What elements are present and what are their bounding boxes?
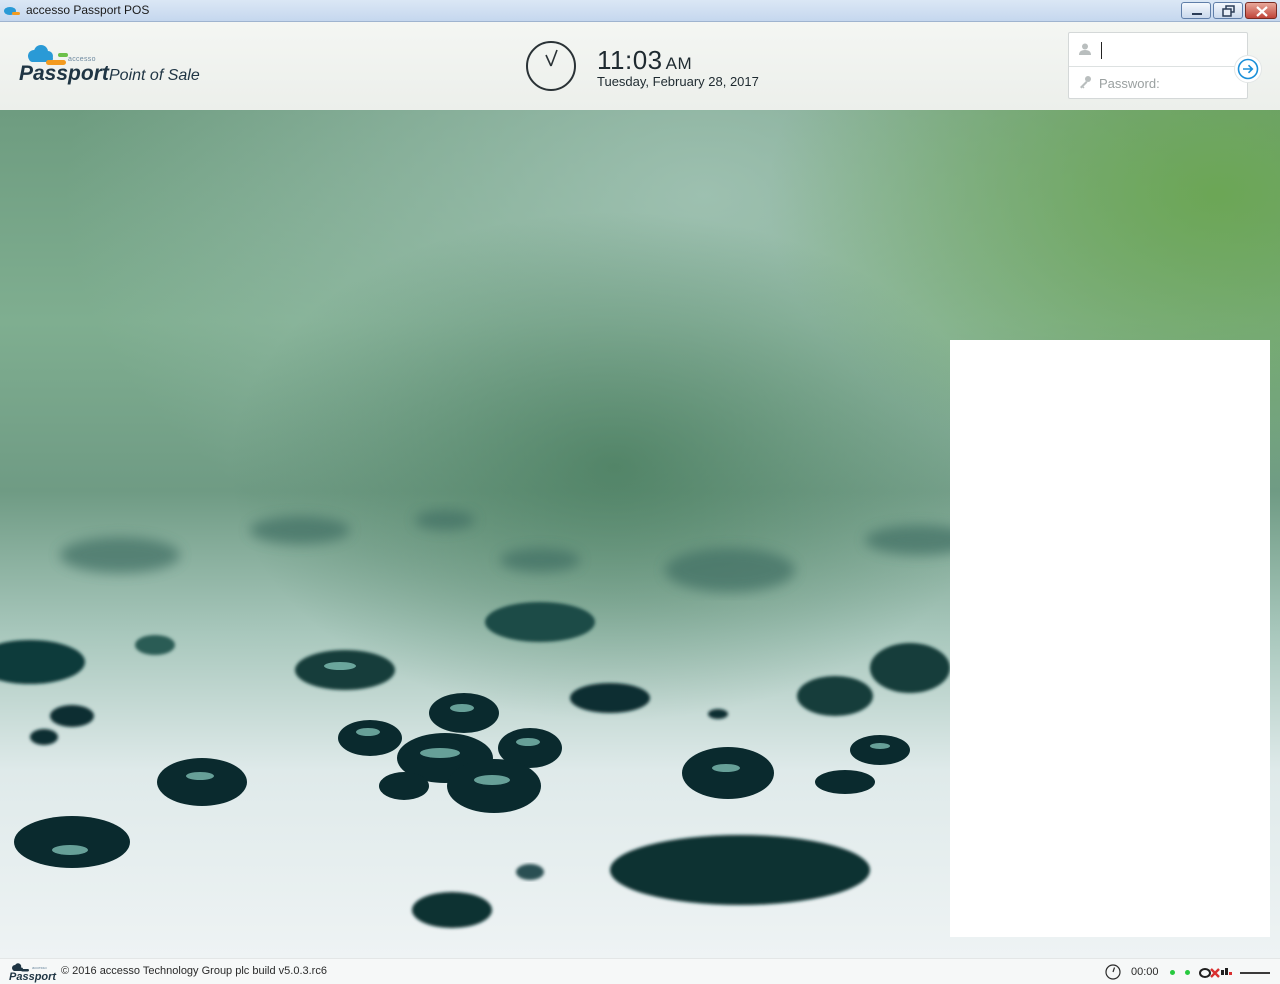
session-timer: 00:00	[1131, 966, 1159, 978]
key-icon	[1080, 76, 1091, 89]
password-input[interactable]	[1099, 71, 1239, 95]
footer-brand-name: Passport	[9, 971, 57, 983]
window-title-bar[interactable]: accesso Passport POS	[0, 0, 1280, 22]
text-caret	[1101, 42, 1102, 59]
minimize-icon	[1192, 13, 1202, 15]
footer-passport-logo: accesso Passport	[8, 962, 57, 984]
menu-dash-icon[interactable]	[1240, 972, 1270, 974]
status-dot-online	[1185, 970, 1190, 975]
copyright-text: © 2016 accesso Technology Group plc buil…	[61, 965, 327, 977]
app-icon	[4, 7, 20, 15]
close-button[interactable]	[1245, 2, 1277, 19]
current-time: 11:03 AM	[597, 45, 692, 76]
time-value: 11:03	[597, 45, 663, 75]
arrow-right-circle-icon	[1237, 58, 1259, 80]
brand-subtitle: Point of Sale	[109, 67, 200, 84]
login-form	[1068, 32, 1248, 99]
login-divider	[1069, 66, 1247, 67]
login-submit-button[interactable]	[1234, 55, 1262, 83]
brand-name: Passport	[19, 62, 109, 85]
passport-logo: accesso Passport Point of Sale	[18, 42, 208, 92]
time-ampm: AM	[665, 54, 693, 73]
user-icon	[1079, 43, 1091, 55]
current-date: Tuesday, February 28, 2017	[597, 74, 759, 89]
side-panel	[950, 340, 1270, 937]
status-bar: accesso Passport © 2016 accesso Technolo…	[0, 958, 1280, 984]
username-input[interactable]	[1099, 38, 1239, 62]
connection-status-icon[interactable]	[1199, 964, 1233, 980]
minimize-button[interactable]	[1181, 2, 1211, 19]
restore-button[interactable]	[1213, 2, 1243, 19]
footer-brand-small: accesso	[32, 965, 47, 970]
clock-icon	[526, 41, 576, 91]
restore-icon	[1222, 5, 1235, 17]
app-header: accesso Passport Point of Sale 11:03 AM T…	[0, 22, 1280, 110]
close-icon	[1256, 6, 1268, 17]
timer-icon	[1105, 964, 1121, 980]
window-title: accesso Passport POS	[26, 3, 150, 17]
status-dot-online	[1170, 970, 1175, 975]
